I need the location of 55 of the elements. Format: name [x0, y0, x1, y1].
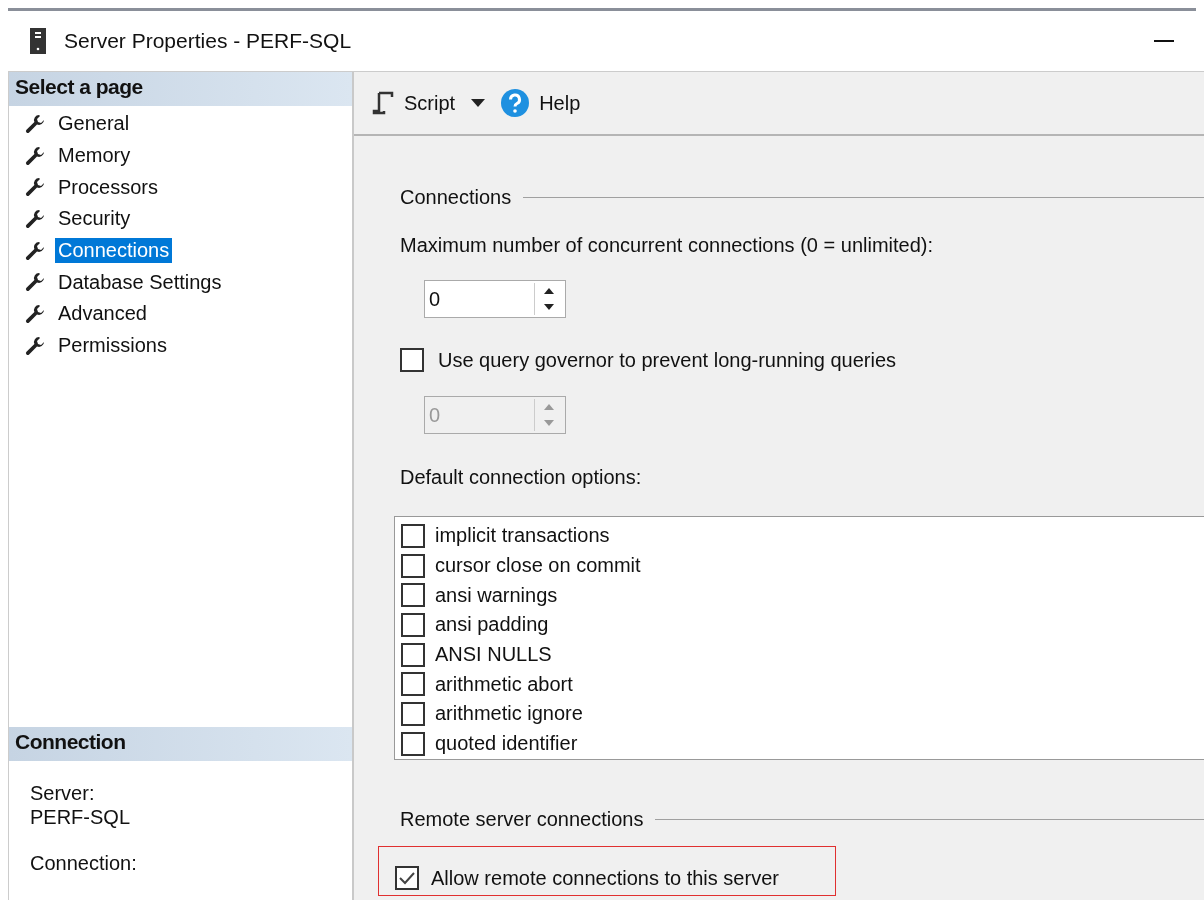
checkbox[interactable]: [401, 583, 425, 608]
checkbox-label: quoted identifier: [435, 732, 578, 756]
sidebar-item[interactable]: Advanced: [55, 301, 150, 327]
section-header: Connection: [9, 727, 352, 761]
wrench-icon: [25, 145, 45, 166]
checkbox[interactable]: [401, 701, 425, 726]
group-title: Remote server connections: [400, 807, 644, 831]
sidebar-item[interactable]: General: [55, 111, 133, 137]
minimize-icon[interactable]: [1154, 39, 1174, 43]
checkbox[interactable]: [401, 553, 425, 578]
wrench-icon: [25, 113, 45, 134]
window-title: Server Properties - PERF-SQL: [64, 29, 352, 53]
field-label: Connection:: [30, 851, 138, 875]
checkbox-label: ANSI NULLS: [435, 643, 552, 667]
sidebar-item[interactable]: Security: [55, 206, 134, 232]
help-button[interactable]: Help: [497, 87, 585, 119]
help-icon: [501, 89, 530, 117]
checkbox-label: ansi warnings: [435, 583, 558, 607]
script-button[interactable]: Script: [368, 89, 460, 117]
field-label: Maximum number of concurrent connections (0 = unlimited):: [400, 234, 934, 258]
server-icon: [30, 28, 46, 54]
wrench-icon: [25, 303, 45, 324]
checkbox-label: ansi padding: [435, 613, 549, 637]
checkbox[interactable]: [401, 731, 425, 756]
checkbox-label: Use query governor to prevent long-running queries: [438, 348, 897, 372]
field-label: Server:: [30, 781, 96, 805]
number-spinner[interactable]: 0: [424, 280, 566, 318]
checkbox-label: cursor close on commit: [435, 554, 641, 578]
wrench-icon: [25, 208, 45, 229]
field-label: Default connection options:: [400, 466, 643, 490]
wrench-icon: [25, 240, 45, 261]
sidebar-item[interactable]: Memory: [55, 143, 134, 169]
section-header: Select a page: [9, 72, 352, 106]
caret-icon[interactable]: [471, 99, 486, 107]
wrench-icon: [25, 272, 45, 293]
group-title: Connections: [400, 185, 512, 209]
checkbox-label: arithmetic ignore: [435, 702, 583, 726]
sidebar-item[interactable]: Database Settings: [55, 269, 225, 295]
wrench-icon: [25, 335, 45, 356]
checkbox[interactable]: [395, 866, 419, 890]
checkbox[interactable]: [401, 612, 425, 637]
field-value: PERF-SQL: [30, 805, 132, 829]
checkbox[interactable]: [401, 672, 425, 697]
wrench-icon: [25, 177, 45, 198]
sidebar-item[interactable]: Permissions: [55, 333, 170, 359]
checkbox[interactable]: [401, 642, 425, 667]
sidebar-item[interactable]: Processors: [55, 174, 162, 200]
sidebar-item[interactable]: Connections: [55, 238, 173, 264]
checkbox[interactable]: [401, 523, 425, 548]
checkbox-label: Allow remote connections to this server: [431, 866, 779, 890]
script-icon: [372, 91, 394, 115]
checkbox-label: implicit transactions: [435, 524, 610, 548]
checkbox-label: arithmetic abort: [435, 672, 573, 696]
checkbox[interactable]: [400, 348, 424, 372]
check-icon: [398, 871, 416, 885]
